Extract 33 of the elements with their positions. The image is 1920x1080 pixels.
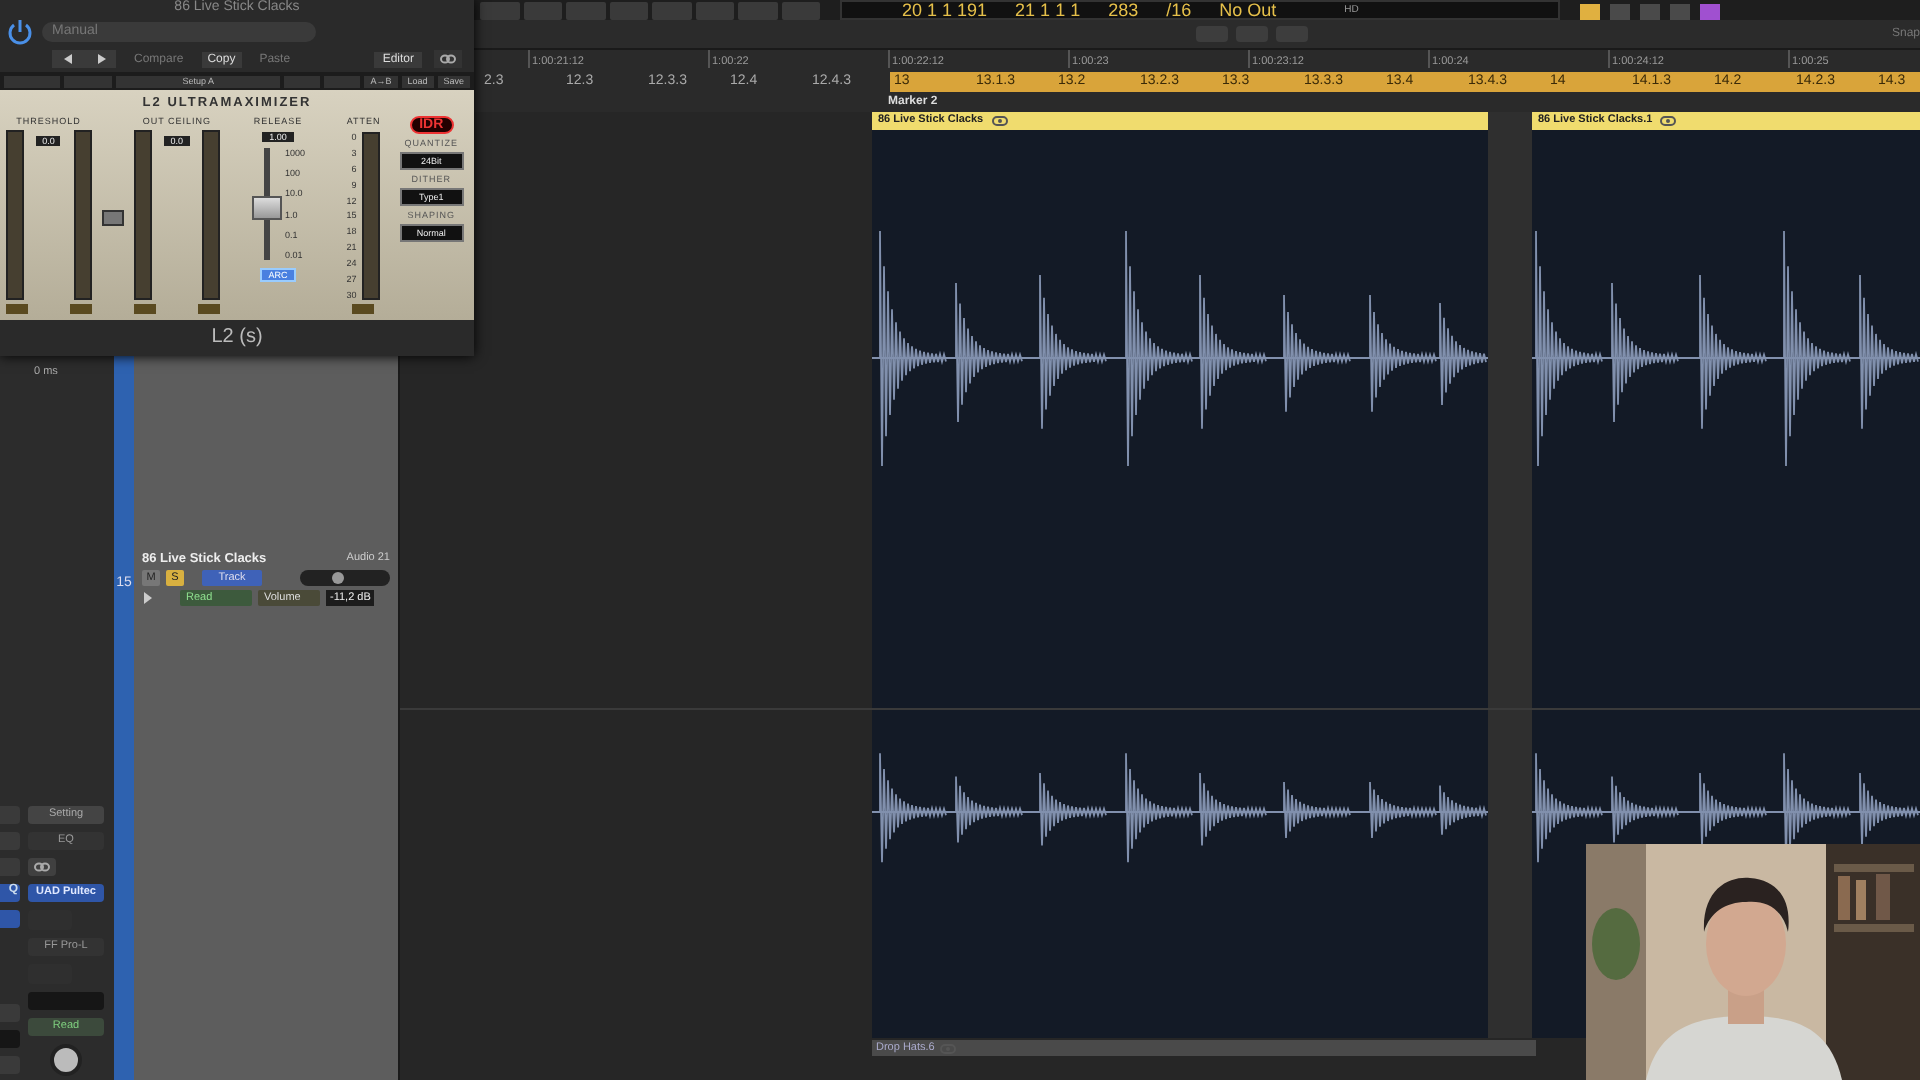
loop-icon: [991, 116, 1008, 126]
link-button[interactable]: [101, 210, 125, 226]
loop-icon: [940, 1043, 957, 1053]
disclosure-icon[interactable]: [142, 592, 154, 604]
link-button[interactable]: [434, 50, 462, 68]
time-signature: /16: [1166, 0, 1192, 20]
transport-button[interactable]: [566, 2, 605, 20]
preset-arrows[interactable]: [52, 50, 116, 68]
playhead-position: 20 1 1 191: [902, 0, 988, 20]
meter-readout: [6, 304, 28, 314]
volume-slider[interactable]: [300, 570, 390, 586]
transport-button[interactable]: [695, 2, 734, 20]
mixer-slot[interactable]: [0, 910, 20, 928]
link-icon: [34, 862, 50, 872]
pan-knob[interactable]: [50, 1044, 82, 1076]
transport-button[interactable]: [480, 2, 519, 20]
transport-button[interactable]: [652, 2, 691, 20]
transport-button[interactable]: [738, 2, 777, 20]
transport-button[interactable]: [781, 2, 820, 20]
loop-icon: [1660, 116, 1677, 126]
meter-readout: [197, 304, 220, 314]
output-label: No Out: [1219, 0, 1277, 20]
tempo: 283: [1108, 0, 1139, 20]
link-button[interactable]: [28, 858, 56, 876]
link-icon: [440, 54, 456, 64]
meter-readout: [69, 304, 92, 314]
plugin-name: L2 (s): [0, 320, 474, 356]
power-icon[interactable]: [6, 18, 34, 46]
meter-readout: [352, 304, 375, 314]
end-position: 21 1 1 1: [1015, 0, 1081, 20]
meter-readout: [134, 304, 157, 314]
transport-button[interactable]: [609, 2, 648, 20]
transport-button[interactable]: [523, 2, 562, 20]
